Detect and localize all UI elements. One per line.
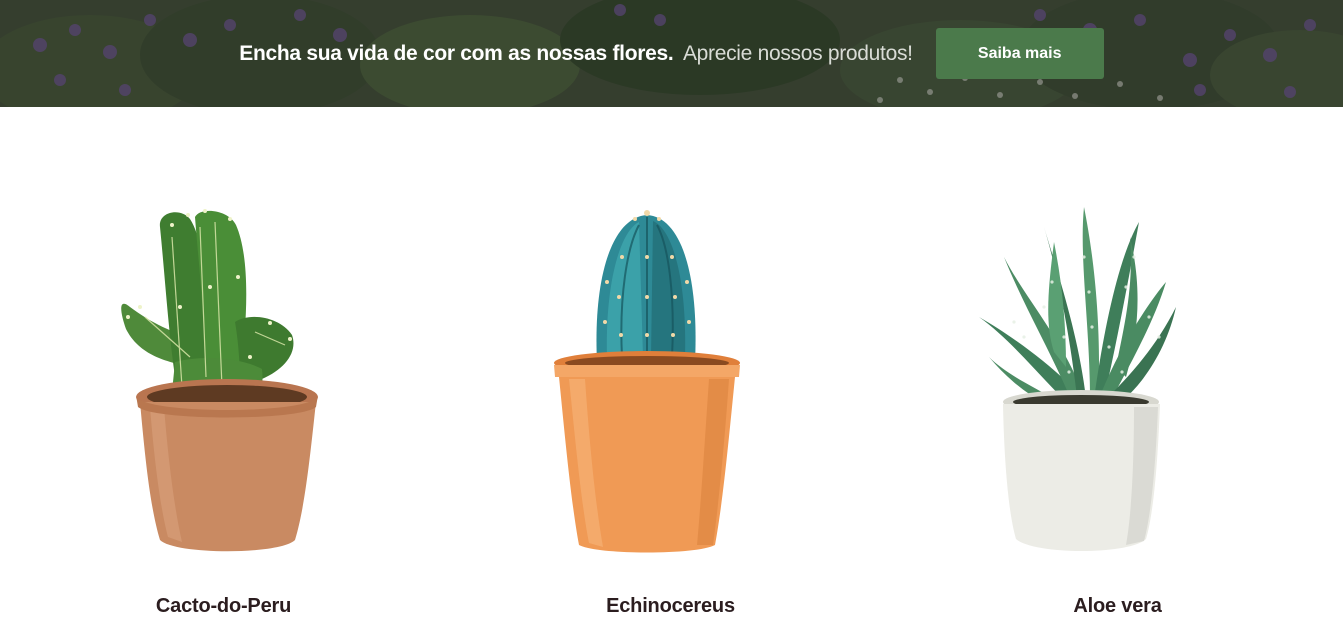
product-name[interactable]: Echinocereus — [447, 595, 894, 618]
product-card-cacto-do-peru[interactable]: Cacto-do-Peru — [0, 107, 447, 637]
product-grid: Cacto-do-Peru Echinocereus Aloe vera — [0, 107, 1343, 637]
aloe-vera-icon — [979, 207, 1176, 551]
banner-content: Encha sua vida de cor com as nossas flor… — [0, 28, 1343, 79]
product-card-aloe-vera[interactable]: Aloe vera — [894, 107, 1341, 637]
product-name[interactable]: Aloe vera — [894, 595, 1341, 618]
cactus-peru-icon — [121, 209, 318, 552]
banner-headline: Encha sua vida de cor com as nossas flor… — [239, 41, 913, 66]
product-name[interactable]: Cacto-do-Peru — [0, 595, 447, 618]
headline-light: Aprecie nossos produtos! — [682, 41, 913, 65]
product-card-echinocereus[interactable]: Echinocereus — [447, 107, 894, 637]
saiba-mais-button[interactable]: Saiba mais — [935, 28, 1104, 79]
hero-banner: Encha sua vida de cor com as nossas flor… — [0, 0, 1343, 107]
headline-strong: Encha sua vida de cor com as nossas flor… — [239, 41, 674, 65]
echinocereus-icon — [554, 210, 740, 553]
